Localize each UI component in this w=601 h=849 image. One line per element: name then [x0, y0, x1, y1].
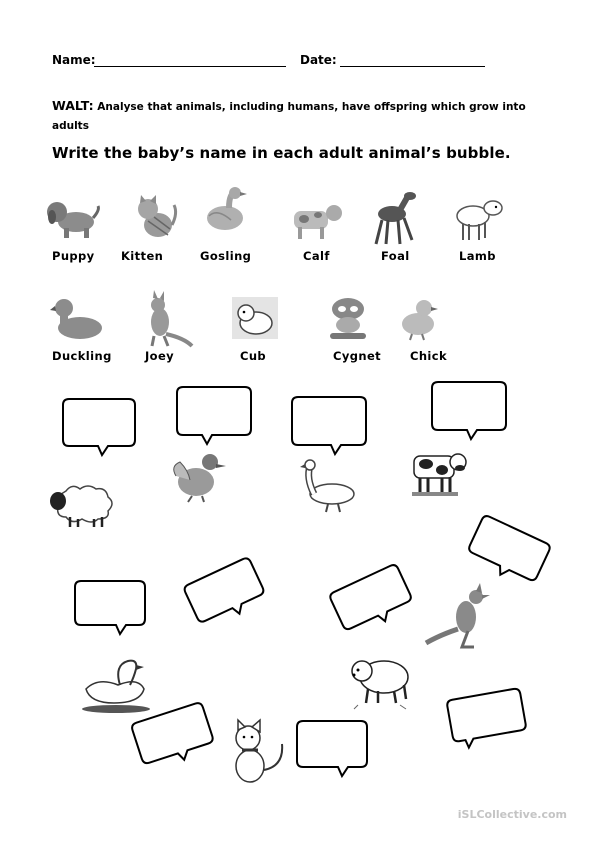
- date-field[interactable]: [340, 66, 485, 67]
- name-label: Name:: [52, 53, 96, 67]
- label-foal: Foal: [381, 249, 410, 263]
- cub-image: [232, 297, 278, 339]
- label-calf: Calf: [303, 249, 330, 263]
- foal-image: [374, 192, 416, 245]
- swan-image: [82, 659, 150, 713]
- answer-bubble-11[interactable]: [446, 686, 528, 750]
- gosling-image: [207, 187, 247, 230]
- answer-bubble-1[interactable]: [62, 398, 136, 458]
- walt-objective: WALT: Analyse that animals, including hu…: [52, 96, 542, 136]
- puppy-image: [47, 202, 100, 238]
- answer-bubble-5[interactable]: [74, 580, 146, 637]
- goose-image: [300, 459, 355, 513]
- answer-bubble-9[interactable]: [466, 515, 552, 582]
- footer-watermark: iSLCollective.com: [457, 808, 567, 821]
- label-lamb: Lamb: [459, 249, 496, 263]
- kitten-image: [138, 195, 178, 237]
- cat-image: [235, 718, 284, 783]
- lamb-image: [456, 200, 503, 240]
- duckling-image: [50, 299, 102, 339]
- calf-image: [294, 205, 342, 239]
- sheep-image: [50, 485, 113, 527]
- label-puppy: Puppy: [52, 249, 95, 263]
- answer-bubble-7[interactable]: [182, 557, 266, 623]
- answer-bubble-8[interactable]: [328, 564, 414, 631]
- label-cygnet: Cygnet: [333, 349, 382, 363]
- label-joey: Joey: [145, 349, 175, 363]
- answer-bubble-3[interactable]: [291, 396, 367, 457]
- chick-image: [402, 300, 438, 341]
- cygnet-image: [330, 298, 366, 339]
- date-label: Date:: [300, 53, 337, 67]
- cow-image: [412, 453, 467, 496]
- answer-bubble-6[interactable]: [296, 720, 368, 779]
- polar-bear-image: [351, 660, 409, 710]
- kangaroo-image: [424, 583, 490, 649]
- label-chick: Chick: [410, 349, 448, 363]
- label-gosling: Gosling: [200, 249, 252, 263]
- answer-bubble-4[interactable]: [431, 381, 507, 442]
- walt-text: Analyse that animals, including humans, …: [52, 101, 526, 132]
- answer-bubble-2[interactable]: [176, 386, 252, 447]
- label-duckling: Duckling: [52, 349, 112, 363]
- instruction: Write the baby’s name in each adult anim…: [52, 144, 511, 162]
- duck-image: [173, 454, 226, 503]
- label-kitten: Kitten: [121, 249, 164, 263]
- label-cub: Cub: [240, 349, 267, 363]
- joey-image: [150, 290, 194, 348]
- name-field[interactable]: [94, 66, 286, 67]
- walt-prefix: WALT:: [52, 98, 94, 113]
